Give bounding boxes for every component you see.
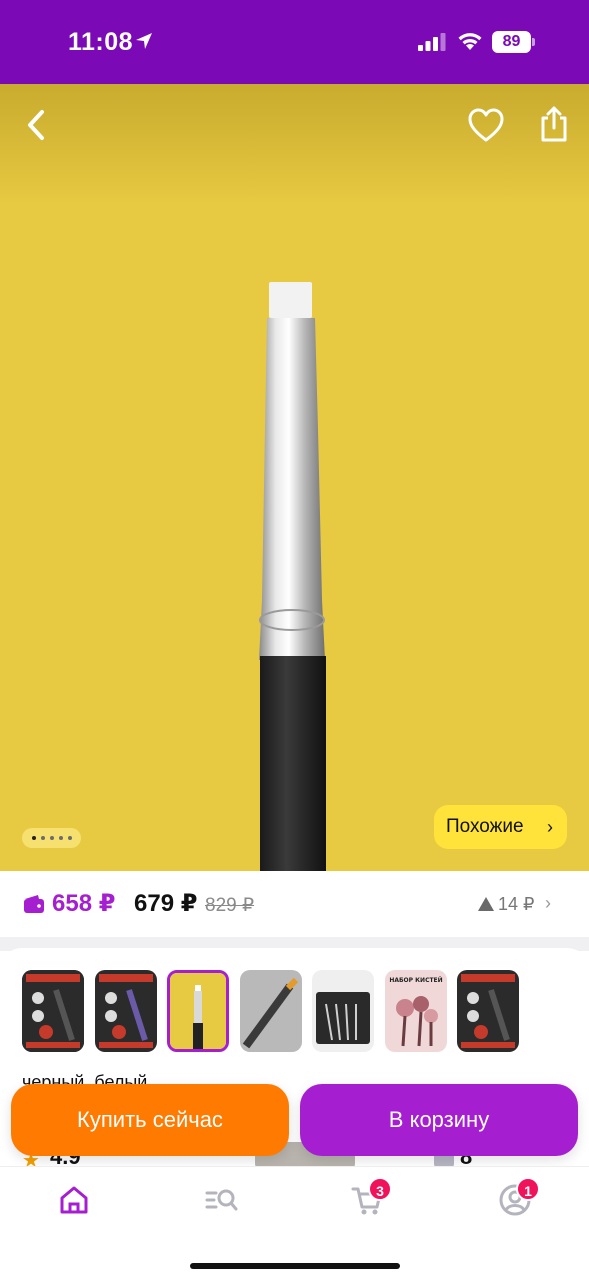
variant-thumbnail[interactable] xyxy=(95,970,157,1052)
battery-level: 89 xyxy=(492,31,531,53)
chevron-right-icon: › xyxy=(547,817,553,837)
home-icon[interactable] xyxy=(57,1183,91,1217)
variant-thumbnail[interactable] xyxy=(22,970,84,1052)
status-bar: 11:08 89 xyxy=(0,0,589,84)
back-button[interactable] xyxy=(18,104,54,146)
home-indicator xyxy=(190,1263,400,1269)
add-to-cart-button[interactable]: В корзину xyxy=(300,1084,578,1156)
variant-thumbnail[interactable]: НАБОР КИСТЕЙ xyxy=(385,970,447,1052)
variant-pink-set-text: НАБОР КИСТЕЙ xyxy=(389,976,442,984)
similar-button[interactable]: Похожие › xyxy=(434,805,567,849)
share-button[interactable] xyxy=(536,104,572,144)
favorite-button[interactable] xyxy=(466,106,506,144)
variant-thumbnail[interactable] xyxy=(240,970,302,1052)
variant-thumbnail[interactable] xyxy=(457,970,519,1052)
variant-thumbnail-selected[interactable] xyxy=(167,970,229,1052)
price-bar[interactable]: 658 ₽ 679 ₽ 829 ₽ 14 ₽ › xyxy=(0,871,589,937)
wallet-icon xyxy=(24,895,44,913)
regular-price: 679 ₽ xyxy=(134,890,198,917)
signal-icon xyxy=(418,33,446,51)
old-price: 829 ₽ xyxy=(205,895,255,916)
cart-badge: 3 xyxy=(368,1177,392,1201)
profile-badge: 1 xyxy=(516,1177,540,1201)
location-arrow-icon xyxy=(136,33,152,49)
chevron-right-icon[interactable]: › xyxy=(545,893,551,914)
card-price: 658 ₽ xyxy=(52,890,116,917)
variant-thumbnail[interactable] xyxy=(312,970,374,1052)
battery-icon: 89 xyxy=(492,31,536,53)
page-indicator xyxy=(22,828,81,848)
price-delta: 14 ₽ xyxy=(498,894,535,914)
brush-image xyxy=(259,282,326,874)
catalog-search-icon[interactable] xyxy=(204,1183,238,1217)
price-up-icon xyxy=(478,897,494,911)
status-time: 11:08 xyxy=(68,28,134,56)
product-image[interactable] xyxy=(0,84,589,874)
similar-label: Похожие xyxy=(446,816,524,837)
wifi-icon xyxy=(458,33,482,50)
buy-now-button[interactable]: Купить сейчас xyxy=(11,1084,289,1156)
